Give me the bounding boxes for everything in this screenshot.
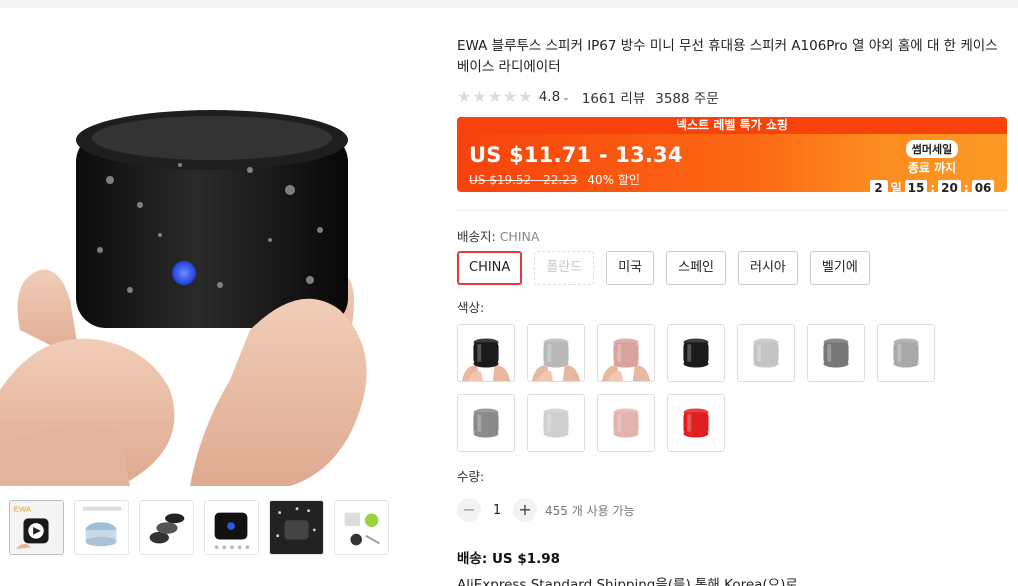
- color-swatch-black[interactable]: [667, 324, 725, 382]
- color-swatch-black-in-hand[interactable]: [457, 324, 515, 382]
- countdown-minutes: 20: [938, 179, 961, 192]
- color-swatch-dark-grey[interactable]: [457, 394, 515, 452]
- original-price-row: US $19.52 - 22.23 40% 할인: [469, 171, 640, 188]
- ship-from-options: CHINA 폴란드 미국 스페인 러시아 벨기에: [457, 251, 1007, 285]
- color-swatch-grid: [457, 324, 1007, 452]
- quantity-stepper: − 1 + 455 개 사용 가능: [457, 498, 1007, 522]
- thumbnail-accessories[interactable]: [334, 500, 389, 555]
- ship-from-option-spain[interactable]: 스페인: [666, 251, 727, 285]
- order-count: 3588 주문: [655, 91, 719, 107]
- countdown-timer: 2 일 15 : 20 : 06: [867, 179, 997, 192]
- promo-banner: 넥스트 레벨 특가 쇼핑 US $11.71 - 13.34 US $19.52…: [457, 117, 1007, 192]
- sale-countdown: 썸머세일 종료 까지 2 일 15 : 20 : 06: [867, 138, 997, 192]
- top-bar: [0, 0, 1018, 8]
- thumbnail-video[interactable]: EWA: [9, 500, 64, 555]
- quantity-minus-button[interactable]: −: [457, 498, 481, 522]
- countdown-separator: :: [963, 180, 969, 193]
- ship-from-option-belgium[interactable]: 벨기에: [809, 251, 870, 285]
- thumbnail-strip: EWA: [9, 500, 389, 555]
- color-swatch-pink[interactable]: [597, 394, 655, 452]
- sale-end-label: 종료 까지: [907, 161, 957, 175]
- main-product-image[interactable]: [0, 30, 424, 486]
- color-swatch-gunmetal[interactable]: [807, 324, 865, 382]
- color-swatch-silver[interactable]: [737, 324, 795, 382]
- shipping-fee: 배송: US $1.98: [457, 551, 561, 567]
- rating-row: ★ ★ ★ ★ ★ 4.8 ⌄ 1661 리뷰 3588 주문: [457, 87, 1007, 108]
- ship-from-option-usa[interactable]: 미국: [606, 251, 655, 285]
- ship-from-option-china[interactable]: CHINA: [457, 251, 523, 285]
- star-icon: ★: [472, 87, 487, 106]
- star-icon: ★: [487, 87, 503, 106]
- countdown-days: 2: [869, 179, 888, 192]
- shipping-method[interactable]: AliExpress Standard Shipping을(를) 통해 Kore…: [457, 573, 1007, 586]
- rating-stars[interactable]: ★ ★ ★ ★ ★: [457, 89, 533, 105]
- chevron-down-icon[interactable]: ⌄: [562, 93, 570, 103]
- color-swatch-light-silver[interactable]: [527, 394, 585, 452]
- color-swatch-red[interactable]: [667, 394, 725, 452]
- quantity-label: 수량:: [457, 469, 485, 484]
- review-count[interactable]: 1661 리뷰: [582, 87, 646, 107]
- sale-badge: 썸머세일: [905, 140, 959, 158]
- quantity-value[interactable]: 1: [481, 503, 513, 518]
- thumbnail-rain-splash[interactable]: [269, 500, 324, 555]
- available-stock: 455 개 사용 가능: [545, 503, 635, 518]
- countdown-seconds: 06: [971, 179, 995, 192]
- star-icon: ★: [518, 87, 533, 106]
- quantity-plus-button[interactable]: +: [513, 498, 537, 522]
- countdown-day-unit: 일: [890, 181, 902, 192]
- promo-header: 넥스트 레벨 특가 쇼핑: [457, 117, 1007, 134]
- original-price: US $19.52 - 22.23: [469, 173, 578, 187]
- ship-from-option-russia[interactable]: 러시아: [738, 251, 798, 285]
- color-swatch-rose-gold-in-hand[interactable]: [597, 324, 655, 382]
- divider: [457, 210, 1007, 211]
- color-swatch-silver-grey[interactable]: [877, 324, 935, 382]
- current-price: US $11.71 - 13.34: [469, 143, 683, 167]
- svg-text:EWA: EWA: [14, 505, 32, 514]
- countdown-hours: 15: [904, 179, 928, 192]
- star-icon: ★: [457, 87, 472, 106]
- ship-from-option-poland[interactable]: 폴란드: [534, 251, 595, 285]
- thumbnail-black-speaker[interactable]: [204, 500, 259, 555]
- rating-value[interactable]: 4.8: [539, 89, 560, 105]
- color-label: 색상:: [457, 300, 485, 315]
- thumbnail-white-speaker[interactable]: [74, 500, 129, 555]
- product-title: EWA 블루투스 스피커 IP67 방수 미니 무선 휴대용 스피커 A106P…: [457, 38, 998, 75]
- discount-label: 40% 할인: [587, 173, 640, 187]
- color-swatch-silver-in-hand[interactable]: [527, 324, 585, 382]
- shipping-method-text: AliExpress Standard Shipping을(를) 통해 Kore…: [457, 577, 798, 586]
- countdown-separator: :: [930, 180, 936, 193]
- star-icon: ★: [503, 87, 518, 106]
- product-info: EWA 블루투스 스피커 IP67 방수 미니 무선 휴대용 스피커 A106P…: [457, 36, 1007, 586]
- ship-from-label-row: 배송지: CHINA: [457, 226, 1007, 245]
- ship-from-label: 배송지:: [457, 229, 496, 244]
- thumbnail-exploded-view[interactable]: [139, 500, 194, 555]
- ship-from-selected: CHINA: [499, 229, 540, 244]
